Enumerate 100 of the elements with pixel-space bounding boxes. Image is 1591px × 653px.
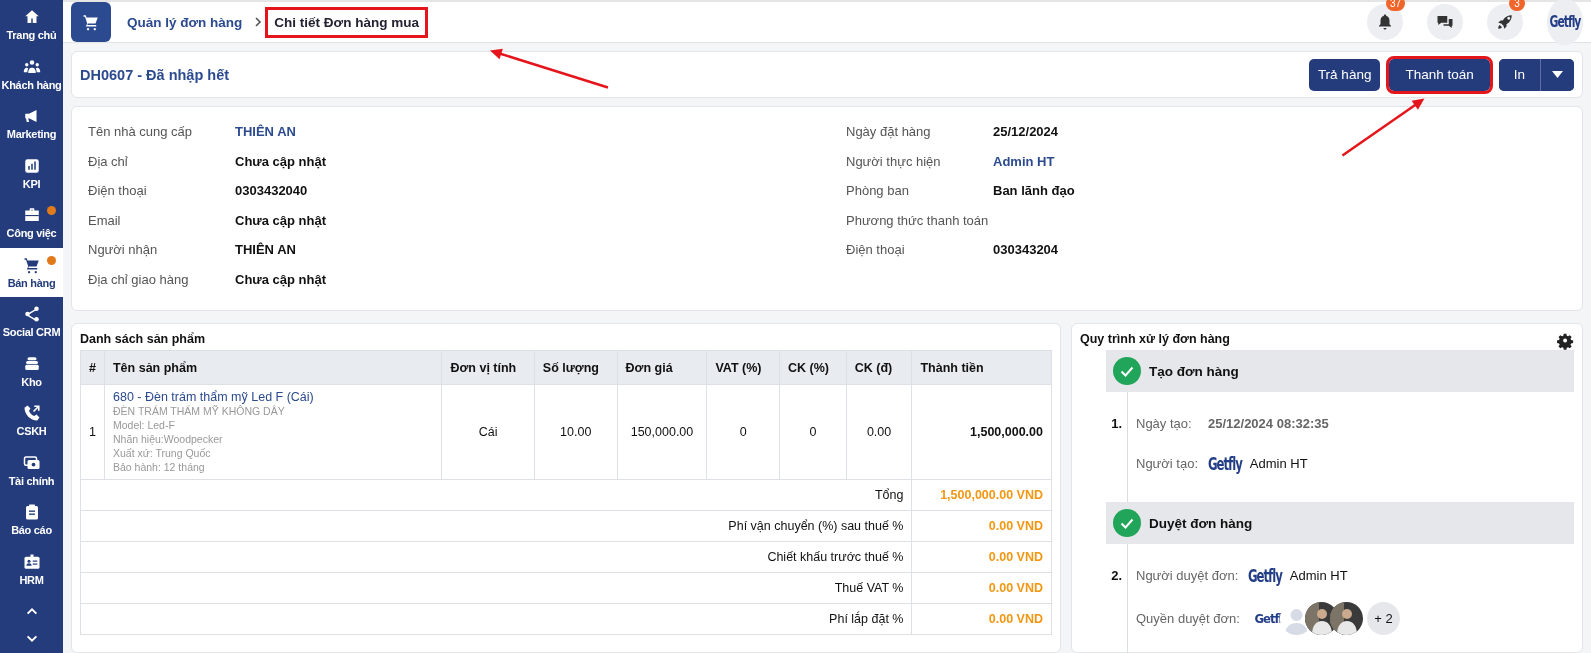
summary-value: 1,500,000.00 VND [911,479,1052,511]
field-label: Điện thoại [88,183,148,199]
field-label: Người thực hiện [846,153,942,169]
product-detail: Nhãn hiệu:Woodpecker [113,432,224,446]
id-badge-icon [22,552,41,571]
rocket-icon [1496,13,1514,31]
chat-icon [1436,13,1454,31]
breadcrumb-link[interactable]: Quản lý đơn hàng [121,9,249,35]
field-label: Quyền duyệt đơn: [1135,611,1241,626]
phone-icon [22,404,41,423]
step-number: 1. [1110,415,1123,431]
count-badge: 3 [1509,0,1525,11]
product-detail: ĐÈN TRÁM THẨM MỸ KHÔNG DÂY [113,404,286,418]
sidebar-item[interactable]: Social CRM [0,297,63,347]
user-name: Admin HT [1289,567,1348,583]
caret-icon [1552,71,1563,78]
field-label: Phòng ban [846,183,910,199]
user-name: Admin HT [1249,455,1308,471]
field-label: Điện thoại [846,242,906,258]
panel-title: Quy trình xử lý đơn hàng [1080,332,1230,346]
field-label: Địa chỉ giao hàng [88,271,190,287]
field-value: Chưa cập nhật [235,153,327,169]
field-link[interactable]: Admin HT [993,153,1055,169]
field-label: Tên nhà cung cấp [88,124,194,140]
sidebar-item[interactable]: Trang chủ [0,0,63,50]
field-label: Ngày đặt hàng [846,124,932,140]
table-cell: 1,500,000.00 [911,384,1052,480]
product-detail: Xuất xứ: Trung Quốc [113,446,212,460]
dropdown-button[interactable] [1540,58,1574,91]
sidebar-item[interactable]: Kho [0,346,63,396]
field-value: 25/12/2024 08:32:35 [1208,415,1329,431]
summary-label: Phí vận chuyển (%) sau thuế % [80,510,912,542]
field-label: Phương thức thanh toán [846,212,990,228]
summary-value: 0.00 VND [911,541,1052,573]
user-logo: Getfly [1248,564,1282,586]
order-title: DH0607 - Đã nhập hết [80,66,230,83]
summary-label: Thuế VAT % [80,572,912,604]
action-button[interactable]: Thanh toán [1389,58,1490,91]
table-cell: 150,000.00 [617,384,707,480]
table-cell: 1 [80,384,105,480]
table-cell: 0 [779,384,847,480]
table-cell: Cái [441,384,535,480]
column-header: VAT (%) [706,350,780,385]
sidebar-item[interactable]: Bán hàng [0,247,63,297]
field-value: 0303432040 [235,183,308,199]
sidebar-item[interactable]: HRM [0,544,63,594]
breadcrumb-current: Chi tiết Đơn hàng mua [268,9,425,35]
user-avatar[interactable]: Getfly [1547,0,1583,46]
settings-icon [1557,332,1574,350]
summary-value: 0.00 VND [911,572,1052,604]
money-icon [22,453,41,472]
column-header: Đơn giá [617,350,707,385]
product-detail: Model: Led-F [113,418,176,432]
cart-button[interactable] [71,2,111,42]
panel-title: Danh sách sản phẩm [80,332,207,346]
field-value: 030343204 [993,242,1059,258]
count-badge: 37 [1385,0,1405,11]
step-number: 2. [1110,567,1123,583]
column-header: Đơn vị tính [441,350,535,385]
cart-icon [82,13,100,31]
column-header: Tên sản phẩm [104,350,442,385]
field-value: 25/12/2024 [993,124,1059,140]
summary-value: 0.00 VND [911,603,1052,635]
summary-label: Phí lắp đặt % [80,603,912,635]
bell-icon [1376,13,1394,31]
sidebar-item[interactable]: Tài chính [0,445,63,495]
table-cell: 0.00 [846,384,912,480]
field-label: Email [88,212,122,228]
user-logo: Getfly [1208,452,1242,474]
field-link[interactable]: THIÊN AN [235,124,296,140]
avatar [1330,602,1363,635]
more-count[interactable]: + 2 [1367,602,1400,635]
field-label: Người tạo: [1135,455,1200,471]
table-cell: 0 [706,384,780,480]
column-header: CK (đ) [846,350,912,385]
column-header: Số lượng [534,350,618,385]
sidebar-item[interactable]: KPI [0,148,63,198]
product-detail: Bảo hành: 12 tháng [113,460,206,474]
sidebar-item[interactable]: Báo cáo [0,495,63,545]
cart-icon [22,255,41,274]
sidebar-item[interactable]: CSKH [0,396,63,446]
chart-icon [22,156,41,175]
messages-button[interactable] [1427,4,1463,40]
summary-label: Chiết khấu trước thuế % [80,541,912,573]
field-value: Chưa cập nhật [235,271,327,287]
sidebar-item[interactable]: Công việc [0,198,63,248]
action-button[interactable]: Trả hàng [1308,58,1381,91]
step-title: Tạo đơn hàng [1149,363,1239,379]
summary-value: 0.00 VND [911,510,1052,542]
field-value: THIÊN AN [235,242,296,258]
chevron-right-icon [253,17,264,27]
product-link[interactable]: 680 - Đèn trám thẩm mỹ Led F (Cái) [113,390,434,404]
people-icon [22,57,41,76]
summary-label: Tổng [80,479,912,511]
sidebar-item[interactable]: Marketing [0,99,63,149]
table-cell: 10.00 [534,384,618,480]
field-value: Ban lãnh đạo [993,183,1075,199]
field-label: Người duyệt đơn: [1135,567,1240,583]
field-label: Người nhận [88,242,159,258]
sidebar-item[interactable]: Khách hàng [0,49,63,99]
